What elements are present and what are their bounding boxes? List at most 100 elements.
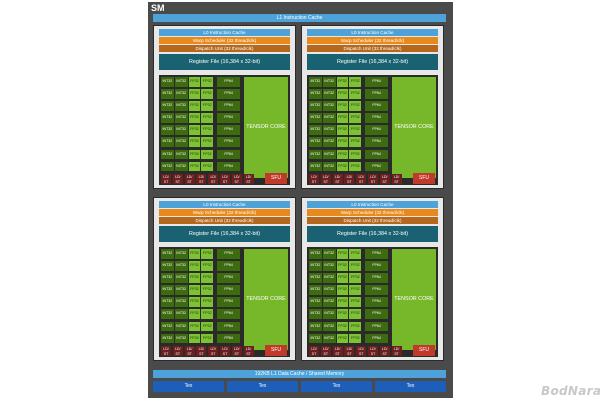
ldst-unit: LD/ ST bbox=[208, 346, 219, 356]
int32-unit: INT32 bbox=[309, 89, 322, 99]
int32-unit: INT32 bbox=[322, 249, 336, 259]
compute-block: INT32 INT32 FP32 FP32 FP64 INT32 INT32 FP32 FP32… bbox=[307, 247, 438, 357]
ldst-unit: LD/ ST bbox=[184, 174, 195, 184]
int32-unit: INT32 bbox=[161, 273, 174, 283]
unit-row: INT32 INT32 FP32 FP32 FP64 bbox=[309, 113, 389, 123]
ldst-unit: LD/ ST bbox=[172, 346, 183, 356]
ldst-unit: LD/ ST bbox=[184, 346, 195, 356]
fp32-unit: FP32 bbox=[349, 137, 362, 147]
int32-unit: INT32 bbox=[309, 273, 322, 283]
fp32-unit: FP32 bbox=[336, 261, 349, 271]
fp32-unit: FP32 bbox=[336, 89, 349, 99]
int32-unit: INT32 bbox=[161, 113, 174, 123]
int32-unit: INT32 bbox=[322, 77, 336, 87]
fp64-unit: FP64 bbox=[365, 89, 388, 99]
unit-row: INT32 INT32 FP32 FP32 FP64 bbox=[161, 77, 241, 87]
ldst-unit: LD/ ST bbox=[391, 174, 402, 184]
fp64-unit: FP64 bbox=[365, 149, 388, 160]
unit-row: INT32 INT32 FP32 FP32 FP64 bbox=[161, 285, 241, 295]
unit-row: INT32 INT32 FP32 FP32 FP64 bbox=[161, 273, 241, 283]
int32-unit: INT32 bbox=[174, 285, 188, 295]
fp64-unit: FP64 bbox=[217, 249, 240, 259]
fp64-unit: FP64 bbox=[217, 137, 240, 147]
unit-row: INT32 INT32 FP32 FP32 FP64 bbox=[309, 89, 389, 99]
fp64-unit: FP64 bbox=[365, 161, 388, 172]
fp64-unit: FP64 bbox=[217, 297, 240, 307]
fp32-unit: FP32 bbox=[349, 261, 362, 271]
unit-row: INT32 INT32 FP32 FP32 FP64 bbox=[161, 321, 241, 332]
fp32-unit: FP32 bbox=[336, 297, 349, 307]
fp64-unit: FP64 bbox=[365, 249, 388, 259]
fp32-unit: FP32 bbox=[201, 89, 214, 99]
unit-row: INT32 INT32 FP32 FP32 FP64 bbox=[309, 125, 389, 135]
core-units: INT32 INT32 FP32 FP32 FP64 INT32 INT32 FP32 FP32… bbox=[309, 77, 389, 174]
int32-unit: INT32 bbox=[161, 285, 174, 295]
tex-units: Tex Tex Tex Tex bbox=[153, 381, 446, 392]
fp32-unit: FP32 bbox=[188, 137, 201, 147]
int32-unit: INT32 bbox=[174, 125, 188, 135]
ldst-unit: LD/ ST bbox=[172, 174, 183, 184]
unit-row: INT32 INT32 FP32 FP32 FP64 bbox=[161, 149, 241, 160]
dispatch-unit: Dispatch Unit (32 thread/clk) bbox=[307, 217, 438, 224]
ldst-unit: LD/ ST bbox=[309, 174, 319, 184]
fp32-unit: FP32 bbox=[188, 321, 201, 332]
l0-instruction-cache: L0 Instruction Cache bbox=[307, 29, 438, 36]
warp-scheduler: Warp Scheduler (32 thread/clk) bbox=[307, 37, 438, 44]
int32-unit: INT32 bbox=[322, 149, 336, 160]
sm-label: SM bbox=[151, 3, 165, 13]
int32-unit: INT32 bbox=[174, 333, 188, 344]
int32-unit: INT32 bbox=[161, 161, 174, 172]
ldst-unit: LD/ ST bbox=[344, 346, 355, 356]
fp32-unit: FP32 bbox=[349, 321, 362, 332]
fp32-unit: FP32 bbox=[201, 101, 214, 111]
unit-row: INT32 INT32 FP32 FP32 FP64 bbox=[161, 113, 241, 123]
int32-unit: INT32 bbox=[322, 137, 336, 147]
fp32-unit: FP32 bbox=[201, 249, 214, 259]
unit-row: INT32 INT32 FP32 FP32 FP64 bbox=[161, 89, 241, 99]
ldst-unit: LD/ ST bbox=[356, 346, 367, 356]
int32-unit: INT32 bbox=[322, 101, 336, 111]
unit-row: INT32 INT32 FP32 FP32 FP64 bbox=[309, 77, 389, 87]
fp32-unit: FP32 bbox=[349, 125, 362, 135]
warp-scheduler: Warp Scheduler (32 thread/clk) bbox=[159, 209, 290, 216]
fp64-unit: FP64 bbox=[217, 89, 240, 99]
processing-partition: L0 Instruction Cache Warp Scheduler (32 t… bbox=[153, 197, 296, 361]
int32-unit: INT32 bbox=[322, 113, 336, 123]
int32-unit: INT32 bbox=[161, 149, 174, 160]
int32-unit: INT32 bbox=[309, 101, 322, 111]
fp32-unit: FP32 bbox=[188, 285, 201, 295]
fp64-unit: FP64 bbox=[217, 273, 240, 283]
register-file: Register File (16,384 x 32-bit) bbox=[159, 54, 290, 70]
ldst-units: LD/ ST LD/ ST LD/ ST LD/ ST LD/ ST LD/ ST LD/ … bbox=[309, 346, 403, 356]
fp32-unit: FP32 bbox=[188, 101, 201, 111]
fp32-unit: FP32 bbox=[336, 273, 349, 283]
unit-row: INT32 INT32 FP32 FP32 FP64 bbox=[309, 261, 389, 271]
fp32-unit: FP32 bbox=[336, 125, 349, 135]
fp32-unit: FP32 bbox=[336, 309, 349, 319]
fp32-unit: FP32 bbox=[349, 161, 362, 172]
int32-unit: INT32 bbox=[322, 321, 336, 332]
unit-row: INT32 INT32 FP32 FP32 FP64 bbox=[161, 249, 241, 259]
fp32-unit: FP32 bbox=[201, 149, 214, 160]
fp64-unit: FP64 bbox=[217, 161, 240, 172]
ldst-unit: LD/ ST bbox=[320, 346, 331, 356]
fp32-unit: FP32 bbox=[188, 89, 201, 99]
fp32-unit: FP32 bbox=[188, 149, 201, 160]
fp32-unit: FP32 bbox=[201, 137, 214, 147]
int32-unit: INT32 bbox=[322, 161, 336, 172]
int32-unit: INT32 bbox=[309, 77, 322, 87]
int32-unit: INT32 bbox=[161, 249, 174, 259]
int32-unit: INT32 bbox=[174, 309, 188, 319]
register-file: Register File (16,384 x 32-bit) bbox=[307, 226, 438, 242]
int32-unit: INT32 bbox=[309, 309, 322, 319]
l0-instruction-cache: L0 Instruction Cache bbox=[159, 29, 290, 36]
fp64-unit: FP64 bbox=[217, 77, 240, 87]
int32-unit: INT32 bbox=[322, 297, 336, 307]
fp64-unit: FP64 bbox=[365, 101, 388, 111]
fp32-unit: FP32 bbox=[201, 273, 214, 283]
fp32-unit: FP32 bbox=[188, 297, 201, 307]
fp64-unit: FP64 bbox=[365, 125, 388, 135]
fp64-unit: FP64 bbox=[365, 297, 388, 307]
fp64-unit: FP64 bbox=[365, 333, 388, 344]
ldst-unit: LD/ ST bbox=[196, 346, 207, 356]
